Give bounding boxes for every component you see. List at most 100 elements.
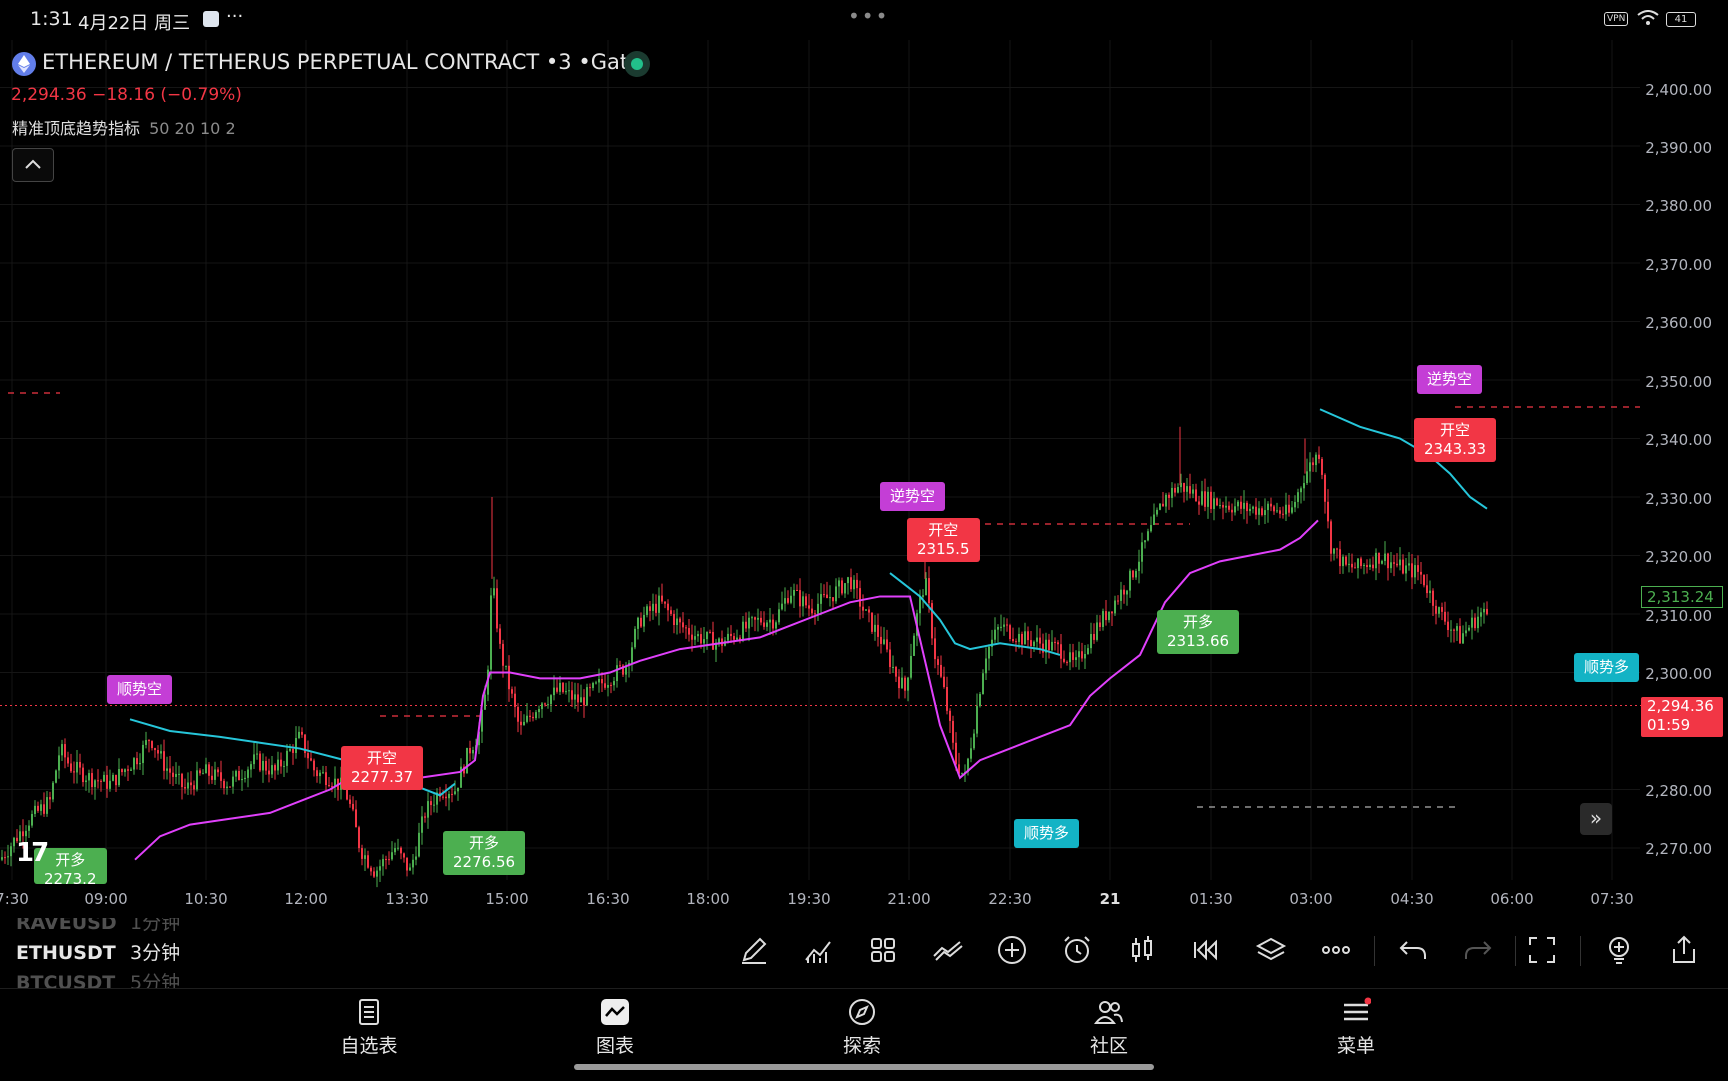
candle-body bbox=[313, 760, 315, 771]
indicator-legend[interactable]: 精准顶底趋势指标 50 20 10 2 bbox=[12, 115, 236, 139]
tab-explore[interactable]: 探索 bbox=[802, 997, 922, 1058]
candle-body bbox=[1057, 642, 1059, 645]
signal-tag[interactable]: 顺势多 bbox=[1574, 653, 1640, 682]
candle-body bbox=[1330, 521, 1332, 554]
time-axis-label: 21 bbox=[1099, 890, 1121, 908]
signal-tag[interactable]: 逆势空 bbox=[880, 482, 946, 511]
candle-body bbox=[175, 773, 177, 777]
candle-body bbox=[1090, 634, 1092, 649]
candle-body bbox=[1336, 548, 1338, 550]
candle-style-icon[interactable] bbox=[1124, 932, 1160, 968]
candle-body bbox=[982, 673, 984, 695]
pencil-icon[interactable] bbox=[736, 932, 772, 968]
interval-row[interactable]: ETHUSDT 3分钟 bbox=[16, 938, 180, 965]
time-axis-label: 18:00 bbox=[686, 890, 730, 908]
more-icon[interactable] bbox=[1318, 932, 1354, 968]
candle-body bbox=[355, 809, 357, 828]
tab-label: 社区 bbox=[1089, 1035, 1128, 1057]
candle-body bbox=[1327, 501, 1329, 522]
tab-watchlist[interactable]: 自选表 bbox=[309, 997, 429, 1058]
home-indicator[interactable] bbox=[574, 1064, 1154, 1070]
interval-picker[interactable]: RAVEUSD 1分钟 ETHUSDT 3分钟 BTCUSDT 5分钟 bbox=[16, 918, 216, 988]
candle-body bbox=[325, 772, 327, 786]
tab-community[interactable]: 社区 bbox=[1049, 997, 1169, 1058]
candle-body bbox=[823, 594, 825, 596]
candle-body bbox=[841, 580, 843, 594]
candle-body bbox=[658, 595, 660, 613]
candle-body bbox=[217, 769, 219, 773]
replay-icon[interactable] bbox=[1188, 932, 1224, 968]
layers-icon[interactable] bbox=[1253, 932, 1289, 968]
candle-body bbox=[1150, 525, 1152, 532]
candle-body bbox=[1132, 570, 1134, 578]
candle-body bbox=[1066, 661, 1068, 663]
symbol-title[interactable]: ETHEREUM / TETHERUS PERPETUAL CONTRACT •… bbox=[42, 50, 641, 74]
interval-row[interactable]: RAVEUSD 1分钟 bbox=[16, 918, 180, 935]
candle-body bbox=[973, 733, 975, 749]
collapse-legend-button[interactable] bbox=[12, 148, 54, 182]
candle-body bbox=[451, 793, 453, 795]
signal-tag[interactable]: 开多 2313.66 bbox=[1157, 610, 1240, 654]
candle-body bbox=[244, 777, 246, 779]
redo-icon[interactable] bbox=[1460, 932, 1496, 968]
scroll-to-realtime-button[interactable]: » bbox=[1580, 803, 1612, 835]
candle-body bbox=[1081, 651, 1083, 659]
signal-kind: 开空 bbox=[367, 749, 398, 767]
candle-body bbox=[913, 635, 915, 656]
time-axis-label: 13:30 bbox=[385, 890, 429, 908]
candle-body bbox=[424, 816, 426, 818]
signal-tag[interactable]: 开多 2276.56 bbox=[443, 831, 526, 875]
signal-tag[interactable]: 逆势空 bbox=[1417, 365, 1483, 394]
market-open-icon[interactable] bbox=[624, 51, 650, 77]
candle-body bbox=[1270, 503, 1272, 507]
time-axis-label: 03:00 bbox=[1289, 890, 1333, 908]
signal-tag[interactable]: 顺势多 bbox=[1014, 819, 1080, 848]
candle-body bbox=[67, 757, 69, 764]
candle-body bbox=[1192, 489, 1194, 494]
share-icon[interactable] bbox=[1666, 932, 1702, 968]
candle-body bbox=[58, 755, 60, 771]
interval-row[interactable]: BTCUSDT 5分钟 bbox=[16, 968, 180, 988]
candle-body bbox=[499, 628, 501, 644]
candle-body bbox=[691, 634, 693, 640]
candle-body bbox=[565, 691, 567, 693]
candle-body bbox=[1114, 600, 1116, 614]
undo-icon[interactable] bbox=[1395, 932, 1431, 968]
candle-body bbox=[1288, 504, 1290, 513]
add-plus-icon[interactable] bbox=[994, 932, 1030, 968]
candle-body bbox=[889, 649, 891, 668]
candle-body bbox=[1018, 633, 1020, 642]
candle-body bbox=[490, 595, 492, 670]
signal-tag[interactable]: 开空 2343.33 bbox=[1414, 418, 1497, 462]
tab-chart[interactable]: 图表 bbox=[555, 997, 675, 1058]
candle-body bbox=[550, 695, 552, 705]
chart-area[interactable]: ETHEREUM / TETHERUS PERPETUAL CONTRACT •… bbox=[0, 0, 1728, 908]
signal-tag[interactable]: 开空 2315.5 bbox=[907, 518, 980, 562]
candle-body bbox=[589, 687, 591, 689]
candle-body bbox=[1141, 542, 1143, 562]
candle-body bbox=[220, 772, 222, 781]
candle-body bbox=[1048, 639, 1050, 651]
candle-body bbox=[136, 758, 138, 765]
candle-body bbox=[370, 867, 372, 872]
tab-label: 图表 bbox=[595, 1035, 634, 1057]
candle-body bbox=[379, 866, 381, 871]
tab-menu[interactable]: 菜单 bbox=[1296, 997, 1416, 1058]
signal-tag[interactable]: 顺势空 bbox=[107, 675, 173, 704]
compare-icon[interactable] bbox=[930, 932, 966, 968]
candle-body bbox=[655, 603, 657, 613]
publish-idea-icon[interactable] bbox=[1601, 932, 1637, 968]
signal-tag[interactable]: 开空 2277.37 bbox=[341, 746, 424, 790]
interval-symbol: ETHUSDT bbox=[16, 942, 116, 964]
candle-body bbox=[322, 772, 324, 774]
signal-kind: 开空 bbox=[928, 521, 959, 539]
fullscreen-icon[interactable] bbox=[1524, 932, 1560, 968]
alarm-clock-icon[interactable] bbox=[1059, 932, 1095, 968]
candle-body bbox=[262, 760, 264, 771]
templates-grid-icon[interactable] bbox=[865, 932, 901, 968]
candle-body bbox=[79, 761, 81, 768]
indicators-icon[interactable] bbox=[800, 932, 836, 968]
candle-body bbox=[493, 588, 495, 596]
tradingview-logo[interactable]: 17 bbox=[16, 838, 49, 868]
candle-body bbox=[382, 859, 384, 867]
